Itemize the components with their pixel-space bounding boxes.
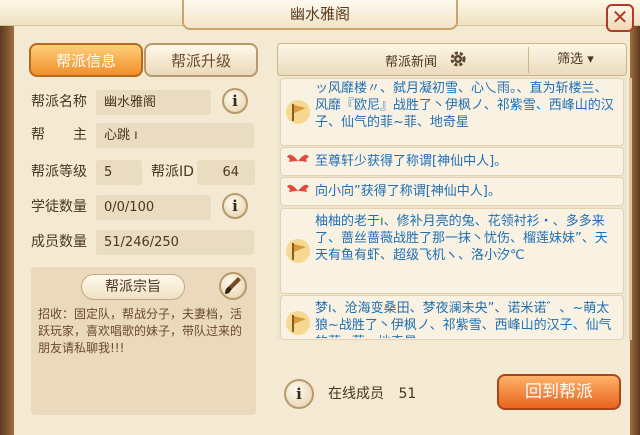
tenet-text: 招收：固定队，帮战分子，夫妻档，活跃玩家，喜欢唱歌的妹子，带队过来的朋友请私聊我… (38, 307, 243, 355)
online-members: 在线成员 51 (328, 383, 416, 403)
member-label: 成员数量 (31, 234, 87, 250)
tab-guild-info[interactable]: 帮派信息 (29, 43, 143, 77)
tenet-title: 帮派宗旨 (81, 274, 185, 300)
apprentice-value: 0/0/100 (96, 195, 211, 220)
online-label: 在线成员 (328, 386, 384, 402)
guild-id-value: 64 (197, 160, 255, 185)
scrollbar[interactable] (629, 78, 632, 340)
window-title: 幽水雅阁 (182, 0, 458, 30)
leader-value: 心跳 ı (96, 123, 254, 148)
edit-brush-icon[interactable] (219, 272, 247, 300)
online-count: 51 (398, 386, 417, 402)
wings-icon (285, 149, 311, 175)
filter-dropdown[interactable]: 筛选 ▾ (528, 47, 622, 73)
gear-icon[interactable] (449, 50, 467, 68)
guild-id-label: 帮派ID (151, 164, 194, 180)
tab-guild-upgrade[interactable]: 帮派升级 (144, 43, 258, 77)
info-icon[interactable]: i (284, 379, 314, 409)
battle-flag-icon (285, 99, 311, 125)
guild-name-value: 幽水雅阁 (96, 90, 211, 115)
guild-level-value: 5 (96, 160, 142, 185)
news-title: 帮派新闻 (385, 55, 438, 70)
window-frame-left (0, 0, 14, 435)
battle-flag-icon (285, 310, 311, 336)
leader-label: 帮 主 (31, 127, 87, 143)
news-text: 梦ı、沧海变桑田、梦夜澜未央”、诺米诺゛、~萌太狼~战胜了丶伊枫ノ、祁紫雪、西峰… (315, 301, 612, 338)
guild-level-label: 帮派等级 (31, 164, 87, 180)
close-button[interactable]: ✕ (606, 4, 634, 32)
apprentice-label: 学徒数量 (31, 199, 87, 215)
news-text: 至尊轩少获得了称谓[神仙中人]。 (315, 154, 508, 169)
guild-window: { "window": {"title": "幽水雅阁", "close_lab… (0, 0, 640, 435)
news-text: 柚柚的老于ı、修补月亮的兔、花领衬衫・、多多来了、蔷丝蔷薇战胜了那一抹丶忧伤、榴… (315, 214, 608, 263)
battle-flag-icon (285, 238, 311, 264)
wings-icon (285, 179, 311, 205)
info-icon[interactable]: i (222, 193, 248, 219)
news-text: ッ风靡楼〃、弑月凝初雪、心乀雨。、直为斩楼兰、风靡『欧尼』战胜了丶伊枫ノ、祁紫雪… (315, 81, 614, 130)
return-to-guild-button[interactable]: 回到帮派 (497, 374, 621, 410)
guild-name-label: 帮派名称 (31, 94, 87, 110)
member-value: 51/246/250 (96, 230, 254, 255)
info-icon[interactable]: i (222, 88, 248, 114)
news-text: 向小向”获得了称谓[神仙中人]。 (315, 184, 501, 199)
